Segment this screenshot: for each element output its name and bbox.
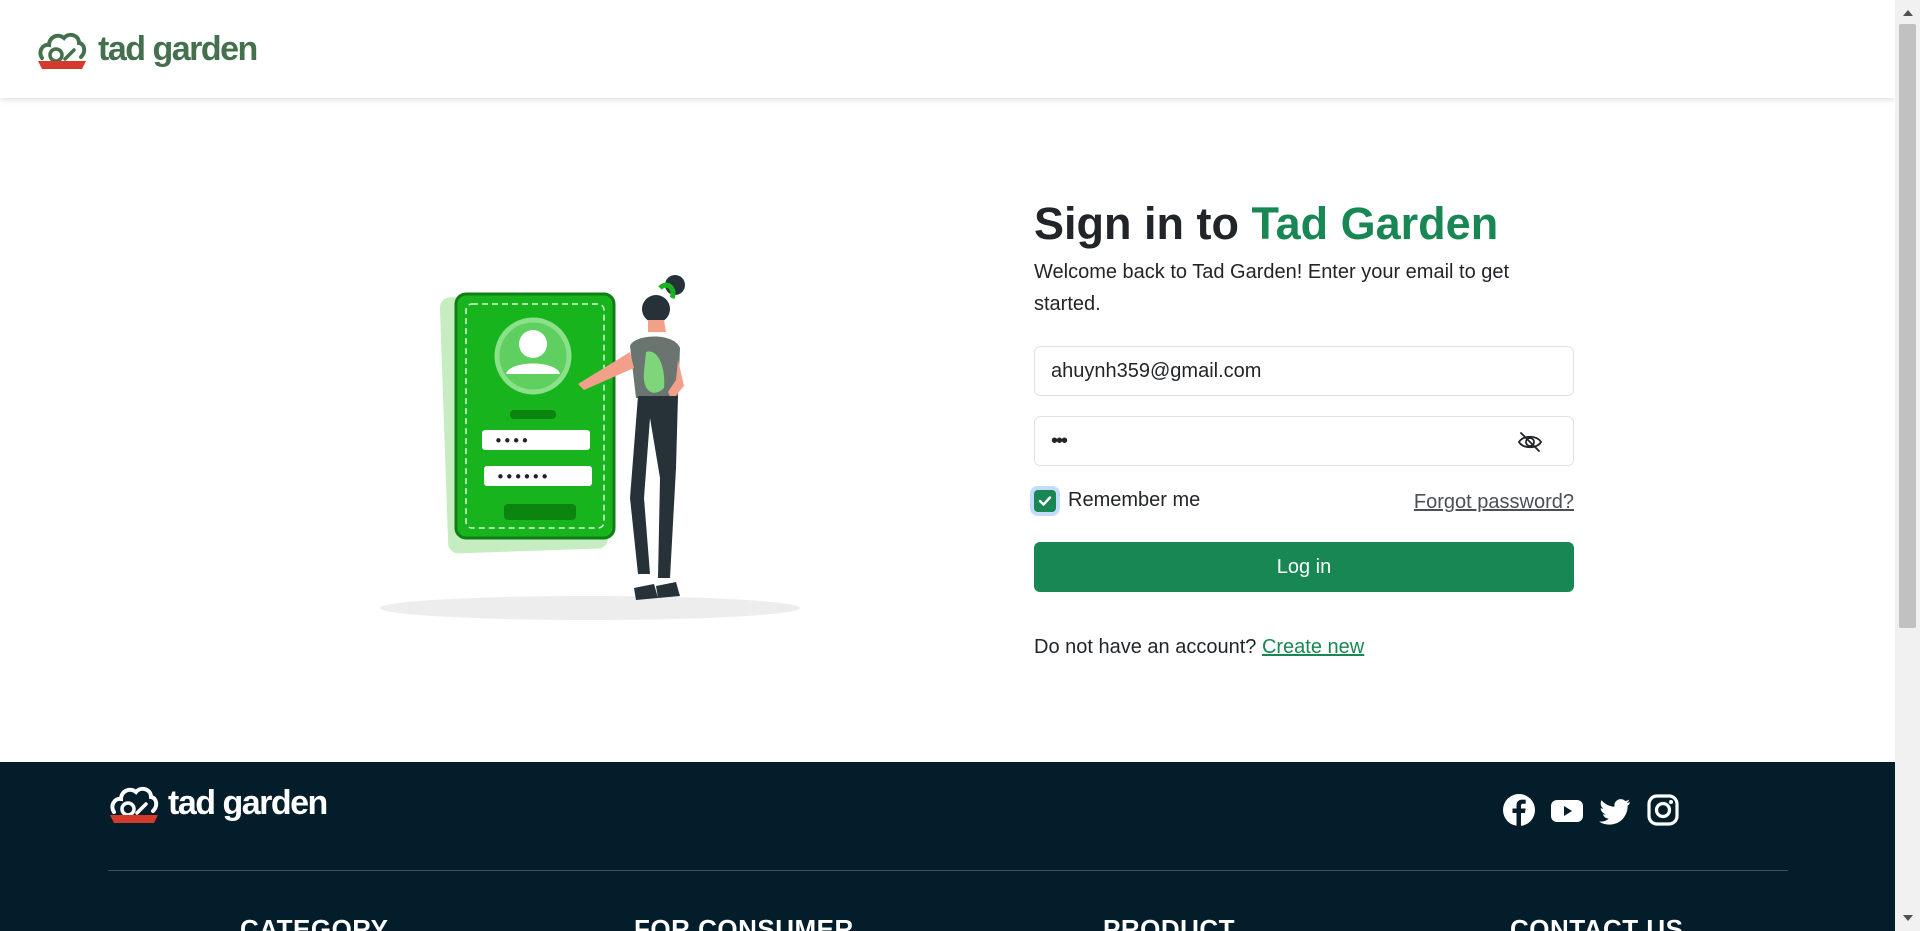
vertical-scrollbar[interactable] <box>1895 0 1920 931</box>
page-subtitle: Welcome back to Tad Garden! Enter your e… <box>1034 261 1510 315</box>
logo-icon <box>38 32 87 69</box>
illus-username-mask: •••• <box>494 432 529 450</box>
title-brand: Tad Garden <box>1251 198 1499 249</box>
remember-label: Remember me <box>1068 489 1201 511</box>
title-prefix: Sign in to <box>1034 198 1252 249</box>
email-value: ahuynh359@gmail.com <box>1051 359 1262 382</box>
footer-heading-category: CATEGORY <box>240 914 389 931</box>
password-field[interactable]: ••• <box>1034 416 1574 466</box>
scrollbar-thumb[interactable] <box>1899 24 1916 628</box>
scroll-down-arrow-icon[interactable] <box>1903 915 1913 921</box>
page: tad garden •••• •••••• Sign in to Tad Ga… <box>0 0 1895 931</box>
facebook-icon[interactable] <box>1503 794 1535 826</box>
illus-password-mask: •••••• <box>496 468 549 486</box>
footer-heading-for-consumer: FOR CONSUMER <box>634 914 854 931</box>
twitter-icon[interactable] <box>1599 794 1631 826</box>
password-value: ••• <box>1051 429 1068 452</box>
remember-me[interactable]: Remember me <box>1034 489 1200 512</box>
create-account-link[interactable]: Create new <box>1262 636 1364 658</box>
footer-logo-icon <box>110 786 159 823</box>
footer-heading-contact-us: CONTACT US <box>1510 914 1684 931</box>
signin-form: Sign in to Tad Garden Welcome back to Ta… <box>1034 194 1574 320</box>
email-field[interactable]: ahuynh359@gmail.com <box>1034 346 1574 396</box>
remember-checkbox[interactable] <box>1034 489 1056 512</box>
check-icon <box>1038 495 1052 506</box>
social-links <box>1503 794 1679 826</box>
scroll-up-arrow-icon[interactable] <box>1903 10 1913 16</box>
footer-logo-text: tad garden <box>168 783 328 822</box>
site-header: tad garden <box>0 0 1895 98</box>
header-logo[interactable]: tad garden <box>36 28 258 70</box>
footer-divider <box>108 870 1788 871</box>
instagram-icon[interactable] <box>1647 794 1679 826</box>
youtube-icon[interactable] <box>1551 794 1583 826</box>
signup-prompt-text: Do not have an account? <box>1034 636 1262 658</box>
footer-heading-product: PRODUCT <box>1103 914 1236 931</box>
signup-prompt: Do not have an account? Create new <box>1034 636 1364 659</box>
eye-slash-icon[interactable] <box>1517 430 1543 454</box>
login-illustration: •••• •••••• <box>380 275 800 620</box>
page-title: Sign in to Tad Garden <box>1034 194 1574 254</box>
site-footer: tad garden CATEGORY FOR CONSUMER PRODUCT… <box>0 762 1895 931</box>
footer-logo[interactable]: tad garden <box>108 782 328 824</box>
login-button[interactable]: Log in <box>1034 542 1574 592</box>
forgot-password-link[interactable]: Forgot password? <box>1408 491 1574 514</box>
logo-text: tad garden <box>98 29 258 68</box>
